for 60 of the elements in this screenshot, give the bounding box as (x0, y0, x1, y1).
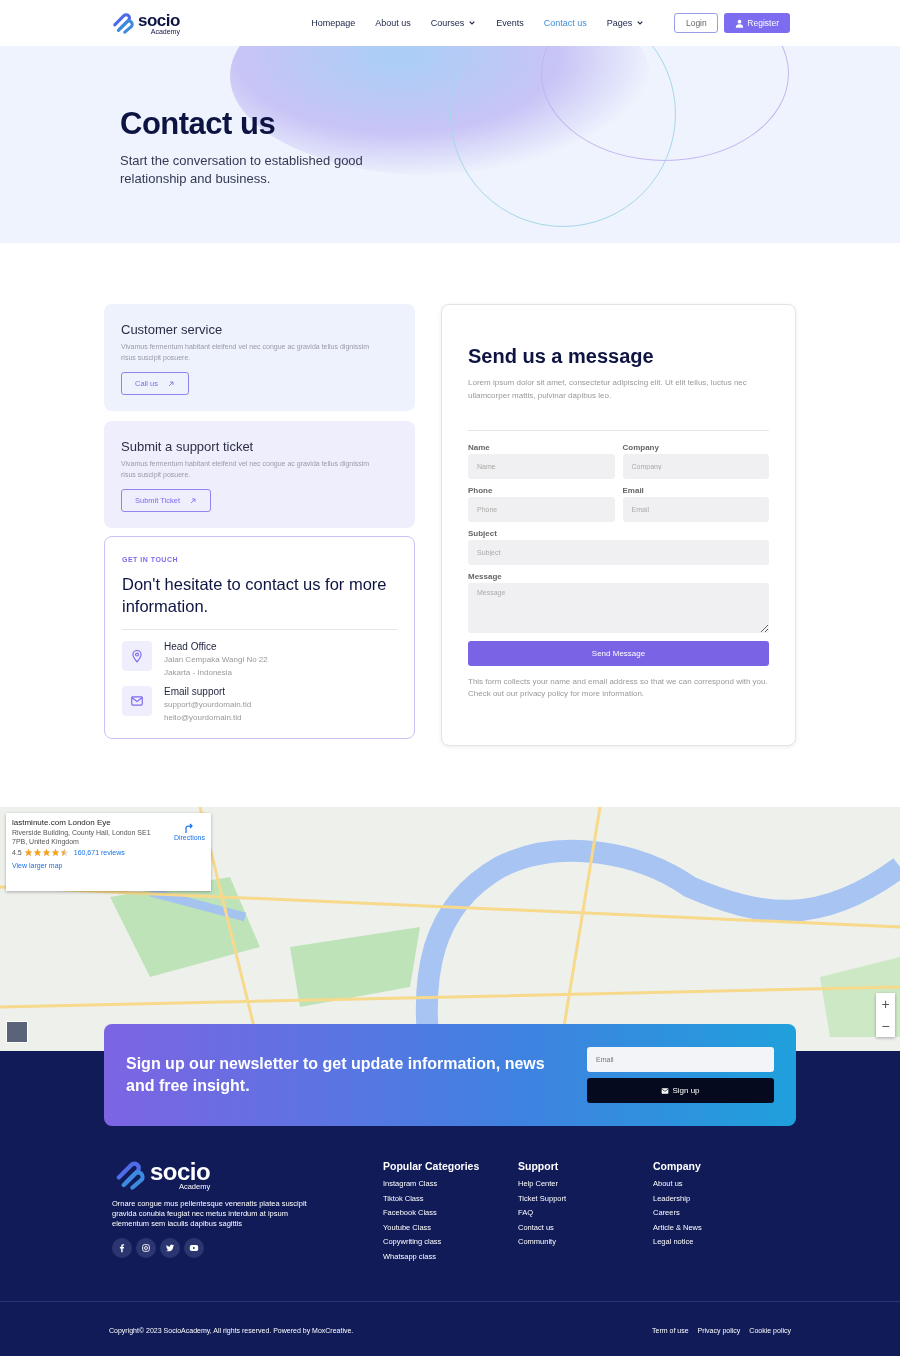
nav-link[interactable]: Events (496, 18, 524, 28)
page-subtitle: Start the conversation to established good relationship and business. (120, 152, 364, 188)
logo-icon (110, 12, 136, 34)
card-title: Customer service (121, 322, 224, 337)
contact-title: Head Office (164, 641, 218, 652)
contact-title: Email support (164, 686, 227, 697)
social-button[interactable] (160, 1238, 180, 1259)
nav-link[interactable]: Homepage (311, 18, 356, 28)
field-label: Email (622, 486, 645, 495)
login-button[interactable]: Login (674, 13, 719, 33)
facebook-icon (117, 1243, 127, 1254)
footer-heading: Support (518, 1160, 560, 1172)
place-name: lastminute.com London Eye (12, 818, 112, 827)
instagram-icon (141, 1243, 151, 1254)
play-icon (189, 1243, 199, 1254)
social-button[interactable] (136, 1238, 156, 1259)
page-title: Contact us (120, 106, 277, 142)
social-button[interactable] (184, 1238, 204, 1259)
logo-text: socio (138, 11, 180, 29)
arrow-up-right-icon (189, 496, 197, 505)
send-button[interactable]: Send Message (468, 641, 769, 666)
bird-icon (165, 1243, 175, 1254)
location-pin-icon (130, 649, 144, 663)
nav-link[interactable]: Pages (606, 18, 645, 28)
nav-link[interactable]: About us (375, 18, 411, 28)
signup-button[interactable]: Sign up (587, 1078, 774, 1103)
field-label: Company (622, 443, 660, 452)
field-label: Name (468, 443, 491, 452)
envelope-icon (661, 1086, 670, 1095)
envelope-icon (130, 694, 144, 708)
footer-heading: Company (653, 1160, 702, 1172)
form-intro: Lorem ipsum dolor sit amet, consectetur adipiscing elit. Ut elit tellus, luctus nec ullamcorper mattis, pulvinar dapibus leo. (468, 377, 748, 402)
user-icon (735, 18, 745, 28)
nav-link[interactable]: Courses (430, 18, 477, 28)
logo-text: socio (150, 1160, 211, 1184)
form-title: Send us a message (468, 345, 655, 368)
zoom-in-button[interactable]: + (876, 993, 895, 1015)
social-button[interactable] (112, 1238, 132, 1259)
card-title: Submit a support ticket (121, 439, 255, 454)
zoom-out-button[interactable]: − (876, 1015, 895, 1037)
footer-heading: Popular Categories (383, 1160, 481, 1172)
contact-detail: support@yourdomain.tld (164, 699, 252, 711)
nav-link[interactable]: Contact us (543, 18, 587, 28)
card-title: Don't hesitate to contact us for more information. (122, 574, 388, 617)
satellite-thumbnail[interactable] (6, 1021, 28, 1043)
star-icon (59, 848, 69, 857)
privacy-note: This form collects your name and email address so that we can correspond with you. Check out our privacy policy for more information. (468, 676, 769, 700)
contact-detail: hello@yourdomain.tld (164, 711, 243, 724)
contact-detail: Jalan Cempaka Wangi No 22 (164, 654, 268, 666)
field-label: Message (468, 572, 503, 581)
field-label: Subject (468, 529, 498, 538)
field-label: Phone (468, 486, 494, 495)
star-icon (50, 848, 60, 857)
newsletter-title: Sign up our newsletter to get update information, news and free insight. (126, 1054, 546, 1096)
star-icon (41, 848, 51, 857)
star-icon (32, 848, 42, 857)
arrow-up-right-icon (166, 379, 175, 388)
contact-detail: Jakarta - Indonesia (164, 666, 234, 679)
star-icon (23, 848, 33, 857)
register-button[interactable]: Register (724, 13, 790, 33)
